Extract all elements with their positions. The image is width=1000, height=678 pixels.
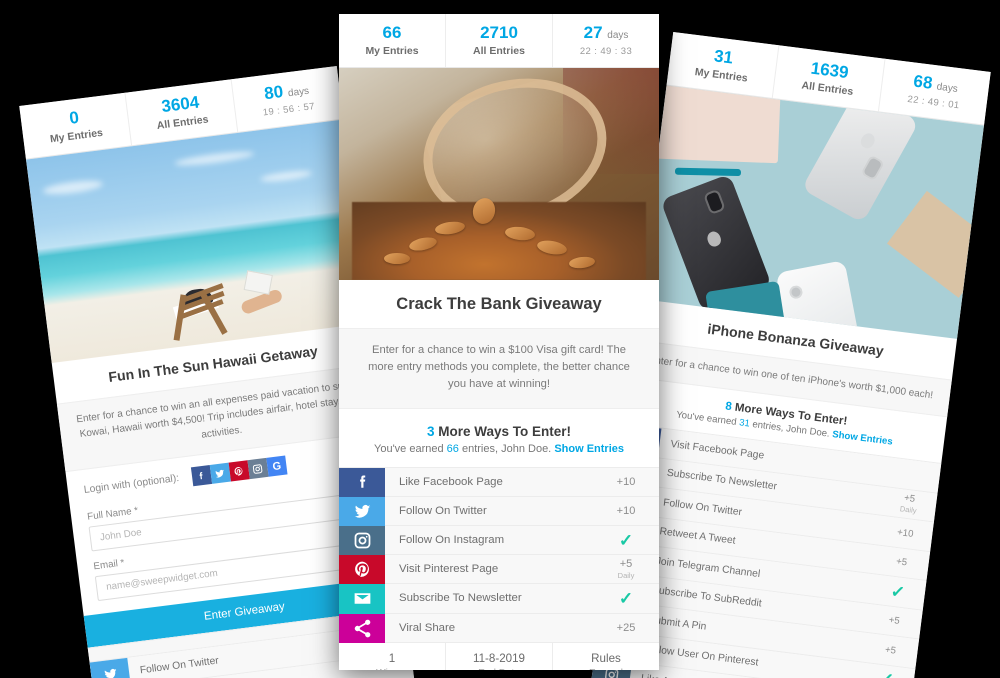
pen [675,167,742,177]
earned-prefix: You've earned [374,442,444,455]
footer-label: Expand [555,668,657,670]
stat-countdown: 27 days 22 : 49 : 33 [553,14,659,67]
entry-method-row[interactable]: Like Facebook Page +10 [339,467,659,497]
login-label: Login with (optional): [83,473,180,496]
facebook-login-button[interactable] [190,465,213,487]
entry-points: +10 [896,526,915,540]
stat-all-entries: 2710 All Entries [446,14,553,67]
giveaway-widget-middle: 66 My Entries 2710 All Entries 27 days 2… [339,14,659,670]
stat-label: My Entries [365,44,419,57]
entry-points: +10 [616,475,636,488]
stats-bar-middle: 66 My Entries 2710 All Entries 27 days 2… [339,14,659,68]
stat-value: 2710 [480,23,518,42]
ways-count: 8 [724,400,733,414]
entry-points [890,458,941,492]
twitter-icon [89,657,131,678]
entry-completed-check: ✓ [618,530,634,550]
footer-end-date: 11-8-2019 End Date [446,642,553,670]
entry-method-label: Viral Share [399,621,456,634]
giveaway-description: Enter for a chance to win a $100 Visa gi… [339,327,659,409]
social-login-buttons: G [190,455,288,487]
facebook-icon [339,467,385,497]
ways-count: 3 [426,423,435,439]
entry-points: +5 [884,644,897,657]
share-icon [339,613,385,643]
earned-count: 31 [738,417,751,430]
stat-value: 27 days [583,23,629,42]
more-ways-heading: 3 More Ways To Enter! [339,409,659,443]
entry-method-row[interactable]: Subscribe To Newsletter ✓ [339,584,659,614]
entry-method-label: Like Facebook Page [399,475,503,488]
coin-pile [351,201,647,280]
countdown-clock: 22 : 49 : 33 [579,45,633,57]
entry-method-row[interactable]: Follow On Instagram ✓ [339,526,659,556]
twitter-login-button[interactable] [209,462,231,484]
show-entries-link[interactable]: Show Entries [554,443,624,455]
stat-value: 66 [382,23,402,42]
entry-method-label: Follow On Twitter [399,504,487,517]
entry-method-row[interactable]: Viral Share +25 [339,613,659,643]
stat-label: All Entries [473,44,525,57]
screenshot-stage: 0 My Entries 3604 All Entries 80 days 19… [0,0,1000,678]
facebook-icon [199,471,203,479]
hero-image-beach [25,119,370,363]
footer-label: Winner [341,668,443,670]
notebook [648,85,781,164]
page-title: Crack The Bank Giveaway [396,294,602,313]
twitter-icon [215,469,225,477]
entry-points: +5 Daily [899,492,918,516]
widget-footer-stats: 1 Winner 11-8-2019 End Date Rules Expand [339,642,659,670]
beach-lounge-chair [170,270,263,341]
ways-text: More Ways To Enter! [438,423,572,439]
entry-points: +5 [888,614,901,628]
pinterest-icon [234,466,243,476]
pinterest-icon [339,555,385,585]
instagram-icon [339,526,385,556]
hero-image-phones [639,85,985,339]
entry-completed-check: ✓ [889,581,907,603]
entry-completed-check: ✓ [618,588,634,608]
earned-count: 66 [446,442,459,455]
google-login-button[interactable]: G [266,455,288,477]
instagram-login-button[interactable] [247,457,269,480]
envelope [887,190,985,298]
footer-value: 11-8-2019 [473,651,525,665]
entry-methods-list-middle: Like Facebook Page +10 Follow On Twitter… [339,466,659,643]
daily-badge: Daily [617,571,635,581]
entry-points: +5 Daily [617,558,635,581]
earned-entries-text: You've earned 66 entries, John Doe. Show… [339,443,659,467]
entry-method-label: Visit Pinterest Page [399,563,499,576]
email-icon [339,584,385,614]
entry-method-row[interactable]: Visit Pinterest Page +5 Daily [339,555,659,585]
footer-value: 1 [388,651,396,665]
entry-points: +25 [616,621,636,634]
entry-points: +5 [895,556,908,569]
footer-winner: 1 Winner [339,642,446,670]
entry-method-row[interactable]: Follow On Twitter +10 [339,496,659,526]
footer-value: Rules [591,651,621,665]
instagram-icon [253,463,263,474]
earned-suffix: entries, John Doe. [461,442,552,455]
footer-label: End Date [448,668,550,670]
days-unit: days [936,81,959,96]
entry-method-label: Follow On Instagram [399,534,505,547]
entry-points: +10 [616,504,636,517]
twitter-icon [339,496,385,526]
hero-image-coins [339,67,659,280]
stat-my-entries: 66 My Entries [339,14,446,67]
days-unit: days [607,30,629,41]
daily-badge: Daily [899,504,918,516]
footer-rules[interactable]: Rules Expand [553,643,659,670]
days-unit: days [287,85,310,100]
entry-method-label: Subscribe To Newsletter [399,592,522,605]
pinterest-login-button[interactable] [228,460,250,482]
